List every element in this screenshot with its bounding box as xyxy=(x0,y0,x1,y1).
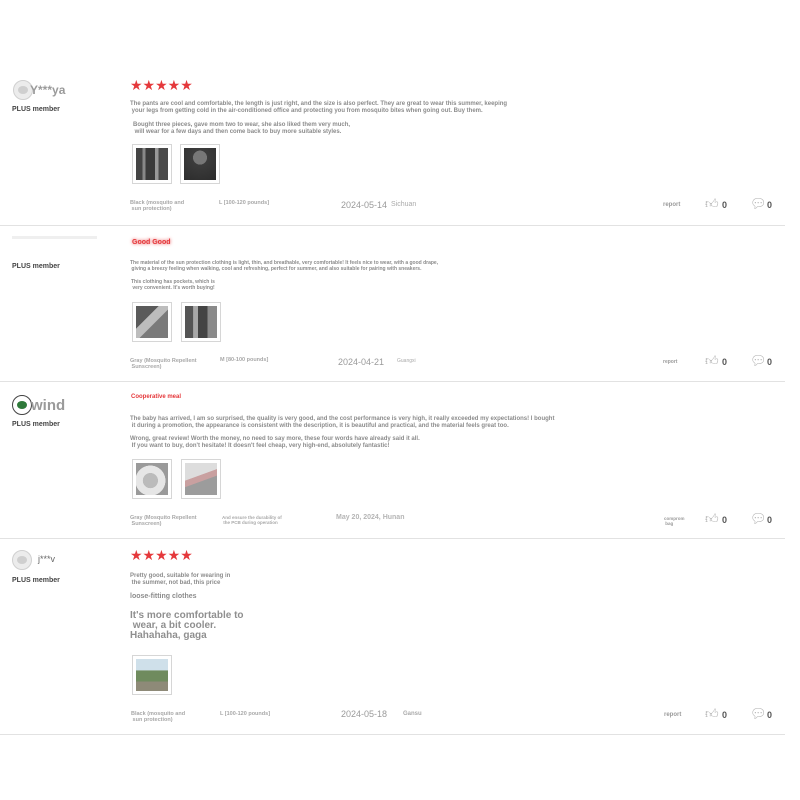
comment-count: 0 xyxy=(767,710,773,720)
review-text-followup: Bought three pieces, gave mom two to wea… xyxy=(133,122,351,135)
plus-member-badge: PLUS member xyxy=(12,263,60,270)
review-photo[interactable] xyxy=(132,302,172,342)
review-tag: Cooperative meal xyxy=(131,394,182,400)
thumbs-up-icon[interactable]: 👍︎ xyxy=(705,354,719,367)
username[interactable]: Y***ya xyxy=(30,83,65,97)
comment-icon[interactable]: 💬︎ xyxy=(750,354,767,367)
like-count: 0 xyxy=(722,357,728,367)
variant-color: Black (mosquito and sun protection) xyxy=(130,200,185,212)
comment-count: 0 xyxy=(767,515,773,525)
comment-icon[interactable]: 💬︎ xyxy=(750,197,767,210)
variant-size: And ensure the durability of the PCB dur… xyxy=(222,515,282,525)
variant-color: Gray (Mosquito Repellent Sunscreen) xyxy=(130,358,197,370)
thumbs-up-icon[interactable]: 👍︎ xyxy=(705,512,719,525)
variant-size: M [80-100 pounds] xyxy=(220,357,269,363)
username-blurred[interactable] xyxy=(12,236,97,239)
review-text: The baby has arrived, I am so surprised,… xyxy=(130,416,555,429)
user-avatar[interactable] xyxy=(12,395,32,415)
review-photo[interactable] xyxy=(132,144,172,184)
review-text: Pretty good, suitable for wearing in the… xyxy=(130,573,231,586)
report-link[interactable]: report xyxy=(664,712,681,718)
comment-count: 0 xyxy=(767,357,773,367)
review-date: 2024-05-14 xyxy=(341,200,388,210)
review-item: PLUS member Good Good The material of th… xyxy=(0,226,785,382)
variant-size: L [100-120 pounds] xyxy=(219,200,270,206)
like-count: 0 xyxy=(722,710,728,720)
review-photo[interactable] xyxy=(181,459,221,499)
report-link[interactable]: report xyxy=(663,202,680,208)
thumbs-up-icon[interactable]: 👍︎ xyxy=(705,197,719,210)
comment-icon[interactable]: 💬︎ xyxy=(750,512,767,525)
review-location: Guangxi xyxy=(397,358,416,364)
review-tag: Good Good xyxy=(132,239,171,246)
like-count: 0 xyxy=(722,200,728,210)
review-date: May 20, 2024, Hunan xyxy=(336,514,405,521)
review-location: Gansu xyxy=(403,711,422,717)
review-text-large: It's more comfortable to wear, a bit coo… xyxy=(130,610,244,641)
username[interactable]: wind xyxy=(31,397,65,414)
star-rating: ★★★★★ xyxy=(130,547,193,563)
review-item: j***v PLUS member ★★★★★ Pretty good, sui… xyxy=(0,539,785,735)
plus-member-badge: PLUS member xyxy=(12,577,60,584)
review-item: wind PLUS member Cooperative meal The ba… xyxy=(0,382,785,539)
variant-color: Black (mosquito and sun protection) xyxy=(131,711,186,723)
star-rating: ★★★★★ xyxy=(130,77,193,93)
review-text-followup: Wrong, great review! Worth the money, no… xyxy=(130,436,420,449)
comment-count: 0 xyxy=(767,200,773,210)
review-item: Y***ya PLUS member ★★★★★ The pants are c… xyxy=(0,70,785,226)
review-photo[interactable] xyxy=(181,302,221,342)
like-count: 0 xyxy=(722,515,728,525)
plus-member-badge: PLUS member xyxy=(12,421,60,428)
review-text-followup: This clothing has pockets, which is very… xyxy=(131,279,215,291)
thumbs-up-icon[interactable]: 👍︎ xyxy=(705,707,719,720)
comment-icon[interactable]: 💬︎ xyxy=(750,707,767,720)
user-avatar[interactable] xyxy=(12,550,32,570)
review-date: 2024-05-18 xyxy=(341,709,388,719)
review-date: 2024-04-21 xyxy=(338,357,385,367)
review-text: The pants are cool and comfortable, the … xyxy=(130,101,508,114)
review-photo[interactable] xyxy=(180,144,220,184)
review-location: Sichuan xyxy=(391,201,417,208)
username[interactable]: j***v xyxy=(38,554,55,564)
variant-color: Gray (Mosquito Repellent Sunscreen) xyxy=(130,515,197,527)
review-text-followup: loose-fitting clothes xyxy=(130,593,197,600)
report-link[interactable]: report xyxy=(663,359,677,365)
review-photo[interactable] xyxy=(132,459,172,499)
review-text: The material of the sun protection cloth… xyxy=(130,260,439,272)
report-link[interactable]: comprom bag xyxy=(664,516,685,526)
variant-size: L [100-120 pounds] xyxy=(220,711,271,717)
plus-member-badge: PLUS member xyxy=(12,106,60,113)
review-photo[interactable] xyxy=(132,655,172,695)
